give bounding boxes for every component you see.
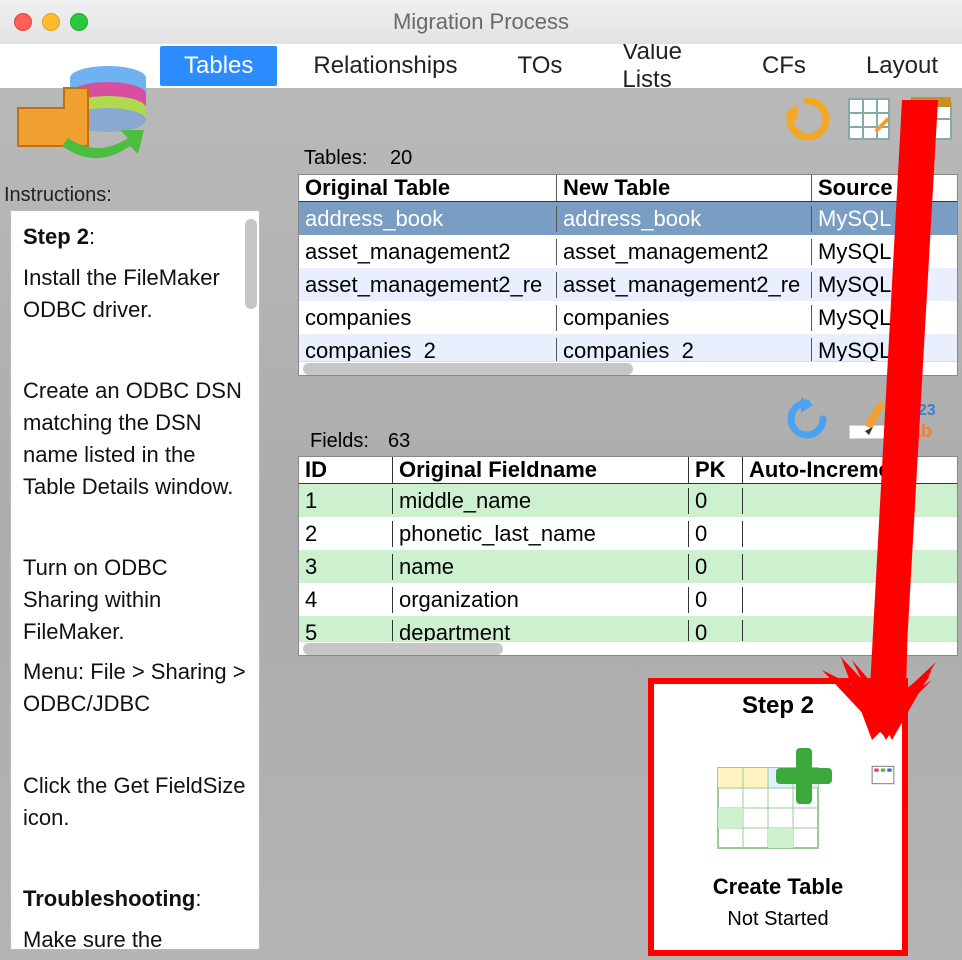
cell-id: 1	[299, 488, 393, 514]
col-pk[interactable]: PK	[689, 457, 743, 483]
tables-toolbar	[782, 94, 956, 144]
instructions-panel: Step 2: Install the FileMaker ODBC drive…	[10, 210, 260, 950]
table-row[interactable]: companies companies MySQL	[299, 301, 957, 334]
tables-grid[interactable]: Original Table New Table Source address_…	[298, 174, 958, 376]
col-source[interactable]: Source	[812, 175, 957, 201]
tab-relationships[interactable]: Relationships	[289, 46, 481, 86]
step2-caption: Create Table	[662, 874, 894, 900]
cell-pk: 0	[689, 488, 743, 514]
fields-label: Fields:	[310, 430, 369, 453]
step-colon: :	[89, 224, 95, 249]
cell-name: middle_name	[393, 488, 689, 514]
instruction-p3b: Menu: File > Sharing > ODBC/JDBC	[23, 656, 247, 720]
cell-id: 2	[299, 521, 393, 547]
col-original-table[interactable]: Original Table	[299, 175, 557, 201]
trouble-label: Troubleshooting	[23, 886, 195, 911]
step2-status: Not Started	[662, 908, 894, 931]
window-title: Migration Process	[0, 9, 962, 35]
instruction-p2: Create an ODBC DSN matching the DSN name…	[23, 375, 247, 503]
step-label: Step 2	[23, 224, 89, 249]
svg-text:123: 123	[909, 402, 936, 419]
cell-new: address_book	[557, 206, 812, 232]
fields-grid[interactable]: ID Original Fieldname PK Auto-Increment …	[298, 456, 958, 656]
trouble-colon: :	[195, 886, 201, 911]
cell-original: companies_2	[299, 338, 557, 364]
table-row[interactable]: asset_management2_re asset_management2_r…	[299, 268, 957, 301]
cell-new: asset_management2	[557, 239, 812, 265]
instruction-p3a: Turn on ODBC Sharing within FileMaker.	[23, 552, 247, 648]
instructions-text: Step 2: Install the FileMaker ODBC drive…	[11, 211, 259, 950]
fields-toolbar: 123 ab	[782, 394, 956, 444]
create-table-button[interactable]	[662, 728, 894, 868]
tab-tos[interactable]: TOs	[493, 46, 586, 86]
tab-cfs[interactable]: CFs	[738, 46, 830, 86]
field-row[interactable]: 4 organization 0	[299, 583, 957, 616]
cell-source: MySQL	[812, 338, 957, 364]
field-row[interactable]: 2 phonetic_last_name 0	[299, 517, 957, 550]
table-edit-icon[interactable]	[844, 94, 894, 144]
col-id[interactable]: ID	[299, 457, 393, 483]
col-new-table[interactable]: New Table	[557, 175, 812, 201]
step2-title: Step 2	[662, 692, 894, 720]
cell-name: name	[393, 554, 689, 580]
svg-text:ab: ab	[911, 421, 932, 441]
cell-original: companies	[299, 305, 557, 331]
create-table-icon	[708, 738, 848, 858]
instruction-p5: Make sure the specified ODBC DSN	[23, 924, 247, 950]
undo-icon[interactable]	[782, 394, 832, 444]
tables-label: Tables:	[304, 147, 367, 170]
instruction-p1: Install the FileMaker ODBC driver.	[23, 262, 247, 326]
table-row[interactable]: asset_management2 asset_management2 MySQ…	[299, 235, 957, 268]
col-auto-inc[interactable]: Auto-Increment	[743, 457, 957, 483]
pencil-icon[interactable]	[844, 394, 894, 444]
cell-new: companies	[557, 305, 812, 331]
cell-pk: 0	[689, 587, 743, 613]
field-row[interactable]: 3 name 0	[299, 550, 957, 583]
abc-icon[interactable]: 123 ab	[906, 394, 956, 444]
cell-source: MySQL	[812, 272, 957, 298]
cell-original: asset_management2_re	[299, 272, 557, 298]
cell-name: phonetic_last_name	[393, 521, 689, 547]
cell-source: MySQL	[812, 206, 957, 232]
cell-new: asset_management2_re	[557, 272, 812, 298]
titlebar: Migration Process	[0, 0, 962, 44]
refresh-icon[interactable]	[782, 94, 832, 144]
table-tools-icon[interactable]	[906, 94, 956, 144]
cell-original: asset_management2	[299, 239, 557, 265]
col-fieldname[interactable]: Original Fieldname	[393, 457, 689, 483]
cell-pk: 0	[689, 521, 743, 547]
cell-new: companies_2	[557, 338, 812, 364]
tables-h-scrollbar[interactable]	[299, 361, 957, 375]
tables-header-row: Original Table New Table Source	[299, 175, 957, 202]
cell-id: 3	[299, 554, 393, 580]
field-row[interactable]: 1 middle_name 0	[299, 484, 957, 517]
instructions-label: Instructions:	[4, 184, 112, 207]
small-table-icon	[870, 762, 896, 788]
cell-source: MySQL	[812, 239, 957, 265]
step2-panel: Step 2 Create Table Not Started	[648, 678, 908, 956]
cell-source: MySQL	[812, 305, 957, 331]
tables-count: 20	[390, 147, 412, 170]
fields-header-row: ID Original Fieldname PK Auto-Increment	[299, 457, 957, 484]
cell-original: address_book	[299, 206, 557, 232]
table-row[interactable]: address_book address_book MySQL	[299, 202, 957, 235]
app-logo-icon	[8, 48, 158, 160]
tab-layout[interactable]: Layout	[842, 46, 962, 86]
cell-id: 4	[299, 587, 393, 613]
fields-h-scrollbar[interactable]	[299, 641, 957, 655]
cell-name: organization	[393, 587, 689, 613]
tab-tables[interactable]: Tables	[160, 46, 277, 86]
fields-count: 63	[388, 430, 410, 453]
sidebar-scrollbar[interactable]	[245, 219, 257, 309]
cell-pk: 0	[689, 554, 743, 580]
instruction-p4: Click the Get FieldSize icon.	[23, 770, 247, 834]
